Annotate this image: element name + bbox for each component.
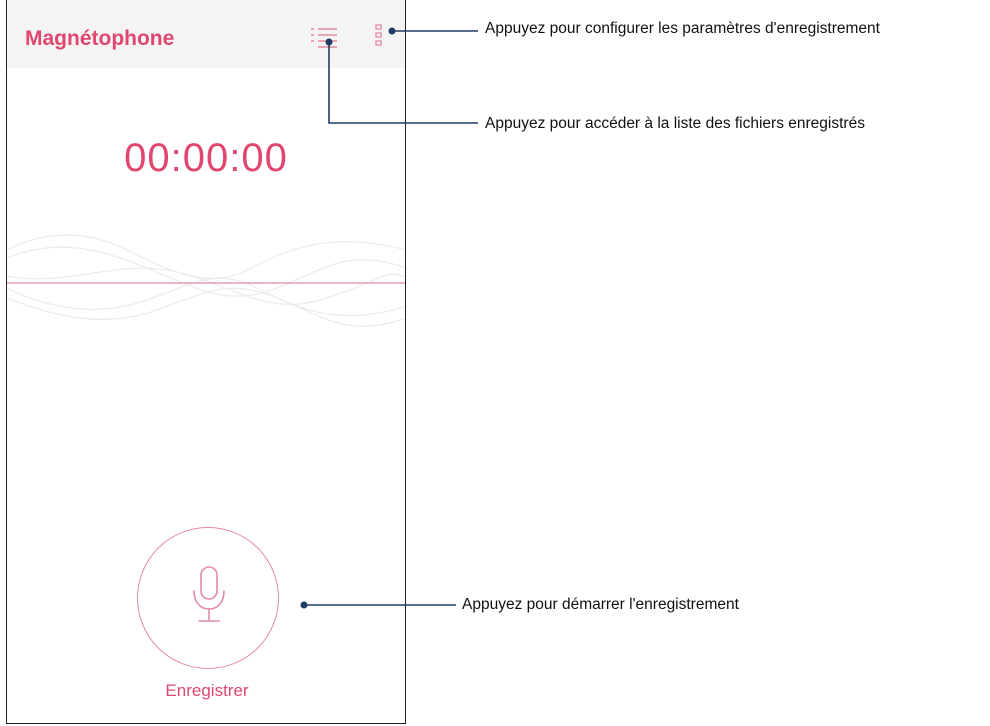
annotation-settings: Appuyez pour configurer les paramètres d… bbox=[485, 20, 880, 37]
callout-lines bbox=[300, 27, 478, 609]
annotation-recordings-list: Appuyez pour accéder à la liste des fich… bbox=[485, 115, 865, 132]
annotation-start-recording: Appuyez pour démarrer l'enregistrement bbox=[462, 596, 739, 613]
